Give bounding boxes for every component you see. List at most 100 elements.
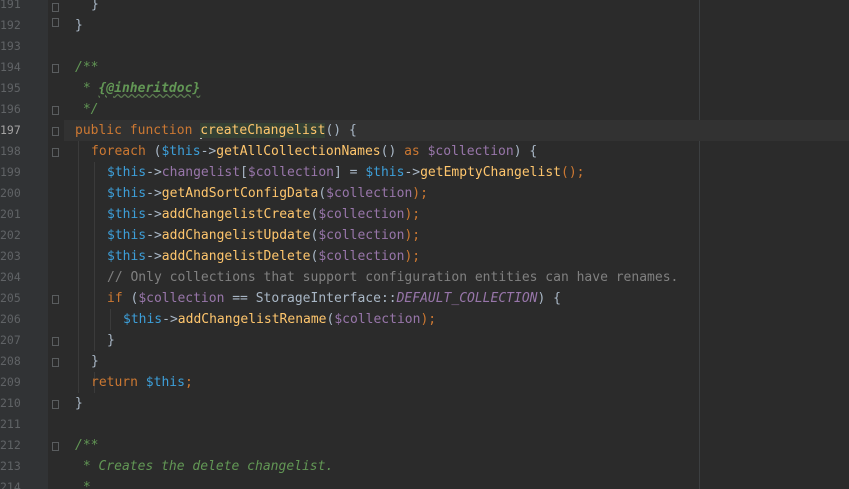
code-token: ); bbox=[404, 228, 421, 243]
code-token: -> bbox=[146, 186, 162, 201]
method-call: addChangelistDelete bbox=[161, 249, 311, 264]
code-token: -> bbox=[146, 228, 162, 243]
this-variable: $this bbox=[161, 144, 201, 159]
code-token: -> bbox=[146, 207, 162, 222]
code-token: -> bbox=[162, 312, 178, 327]
code-line[interactable]: } bbox=[75, 393, 83, 414]
fold-start-icon[interactable] bbox=[52, 295, 59, 304]
line-number: 213 bbox=[0, 459, 21, 473]
code-token: ) { bbox=[537, 291, 561, 306]
code-token: ( bbox=[122, 291, 139, 306]
code-token: ] = bbox=[334, 165, 366, 180]
code-token: [ bbox=[240, 165, 248, 180]
line-number: 208 bbox=[0, 354, 21, 368]
method-call: getAllCollectionNames bbox=[216, 144, 381, 159]
line-number: 194 bbox=[0, 60, 21, 74]
code-line[interactable]: $this->addChangelistDelete($collection); bbox=[107, 246, 420, 267]
doc-comment: * bbox=[75, 480, 91, 489]
code-token: -> bbox=[404, 165, 421, 180]
line-number: 196 bbox=[0, 102, 21, 116]
fold-start-icon[interactable] bbox=[52, 442, 59, 451]
code-line[interactable]: $this->addChangelistUpdate($collection); bbox=[107, 225, 420, 246]
code-line[interactable]: } bbox=[91, 0, 99, 15]
fold-start-icon[interactable] bbox=[52, 148, 59, 157]
line-number: 191 bbox=[0, 0, 21, 11]
fold-end-icon[interactable] bbox=[52, 337, 59, 346]
doc-comment: * bbox=[75, 81, 99, 96]
code-line[interactable]: $this->getAndSortConfigData($collection)… bbox=[107, 183, 428, 204]
code-line[interactable]: return $this; bbox=[91, 372, 193, 393]
indent-guide bbox=[94, 162, 95, 351]
code-line[interactable]: * {@inheritdoc} bbox=[75, 78, 200, 99]
code-token: } bbox=[91, 354, 99, 369]
code-line[interactable]: * Creates the delete changelist. bbox=[75, 456, 333, 477]
code-line[interactable]: foreach ($this->getAllCollectionNames() … bbox=[91, 141, 537, 162]
code-line[interactable]: } bbox=[91, 351, 99, 372]
indent-guide bbox=[78, 141, 79, 393]
line-number: 201 bbox=[0, 207, 21, 221]
keyword: foreach bbox=[91, 144, 146, 159]
code-token: ; bbox=[184, 375, 193, 390]
code-line[interactable]: * bbox=[75, 477, 91, 489]
this-variable: $this bbox=[365, 165, 405, 180]
variable: $collection bbox=[247, 165, 334, 180]
code-line-current[interactable]: public function createChangelist() { bbox=[75, 120, 357, 141]
method-call: getEmptyChangelist bbox=[420, 165, 561, 180]
variable: $collection bbox=[318, 207, 405, 222]
code-token: () { bbox=[325, 123, 357, 138]
method-call: addChangelistRename bbox=[177, 312, 327, 327]
this-variable: $this bbox=[123, 312, 163, 327]
code-line[interactable]: $this->changelist[$collection] = $this->… bbox=[107, 162, 584, 183]
line-number: 195 bbox=[0, 81, 21, 95]
fold-end-icon[interactable] bbox=[52, 400, 59, 409]
code-token: } bbox=[75, 396, 83, 411]
line-comment: // Only collections that support configu… bbox=[107, 270, 679, 285]
code-line[interactable]: /** bbox=[75, 57, 98, 78]
code-token: (); bbox=[561, 165, 585, 180]
code-line[interactable]: // Only collections that support configu… bbox=[107, 267, 678, 288]
line-number-current: 197 bbox=[0, 123, 21, 137]
method-call: getAndSortConfigData bbox=[161, 186, 319, 201]
doc-comment: * Creates the delete changelist. bbox=[75, 459, 334, 474]
keyword: if bbox=[107, 291, 123, 306]
code-line[interactable]: /** bbox=[75, 435, 98, 456]
line-number: 200 bbox=[0, 186, 21, 200]
variable: $collection bbox=[138, 291, 225, 306]
code-line[interactable]: $this->addChangelistCreate($collection); bbox=[107, 204, 420, 225]
code-line[interactable]: } bbox=[107, 330, 115, 351]
variable: $collection bbox=[326, 186, 413, 201]
code-token: () bbox=[380, 144, 405, 159]
code-line[interactable]: $this->addChangelistRename($collection); bbox=[123, 309, 436, 330]
line-number: 199 bbox=[0, 165, 21, 179]
code-token: ); bbox=[404, 207, 421, 222]
line-number: 204 bbox=[0, 270, 21, 284]
variable: $collection bbox=[318, 249, 405, 264]
fold-start-icon[interactable] bbox=[52, 64, 59, 73]
code-token: -> bbox=[146, 165, 162, 180]
property: changelist bbox=[161, 165, 241, 180]
fold-end-icon[interactable] bbox=[52, 3, 59, 12]
right-margin-guide bbox=[699, 0, 700, 489]
code-line[interactable]: } bbox=[75, 15, 83, 36]
fold-gutter bbox=[48, 0, 64, 489]
code-token: } bbox=[107, 333, 115, 348]
fold-end-icon[interactable] bbox=[52, 358, 59, 367]
code-token: == StorageInterface:: bbox=[224, 291, 397, 306]
this-variable: $this bbox=[107, 186, 147, 201]
fold-start-icon[interactable] bbox=[52, 127, 59, 136]
code-editor[interactable]: 191 192 193 194 195 196 197 198 199 200 … bbox=[0, 0, 849, 489]
line-number: 192 bbox=[0, 18, 21, 32]
line-number: 212 bbox=[0, 438, 21, 452]
this-variable: $this bbox=[107, 228, 147, 243]
code-line[interactable]: if ($collection == StorageInterface::DEF… bbox=[107, 288, 561, 309]
fold-end-icon[interactable] bbox=[52, 18, 59, 27]
fold-end-icon[interactable] bbox=[52, 106, 59, 115]
line-number: 214 bbox=[0, 480, 21, 489]
doc-comment: /** bbox=[75, 60, 99, 75]
line-number: 210 bbox=[0, 396, 21, 410]
line-number: 202 bbox=[0, 228, 21, 242]
code-line[interactable]: */ bbox=[75, 99, 99, 120]
code-token: } bbox=[75, 18, 83, 33]
